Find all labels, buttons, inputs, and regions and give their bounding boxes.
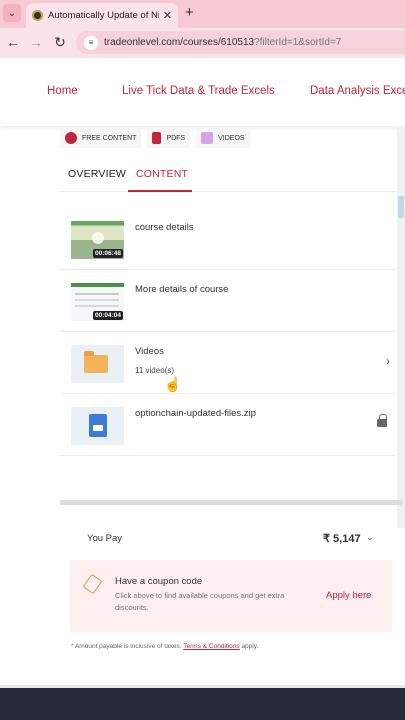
nav-data-analysis[interactable]: Data Analysis Excel xyxy=(310,85,405,97)
coupon-box[interactable]: Have a coupon code Click above to find a… xyxy=(70,560,392,632)
url-text: tradeonlevel.com/courses/610513?filterId… xyxy=(104,37,341,48)
tab-content[interactable]: CONTENT xyxy=(136,168,188,180)
badge-pdfs: PDFS xyxy=(147,128,191,148)
url-input[interactable]: ≡ tradeonlevel.com/courses/610513?filter… xyxy=(76,31,405,54)
play-icon xyxy=(92,232,104,244)
chevron-right-icon[interactable]: › xyxy=(386,354,390,368)
address-bar-row: ← → ↻ ≡ tradeonlevel.com/courses/610513?… xyxy=(0,28,405,58)
badge-label: FREE CONTENT xyxy=(82,134,137,142)
active-tab-indicator xyxy=(128,190,192,192)
web-page: Home Live Tick Data & Trade Excels Data … xyxy=(0,58,405,688)
site-top-nav: Home Live Tick Data & Trade Excels Data … xyxy=(0,58,405,126)
reload-icon[interactable]: ↻ xyxy=(52,34,68,51)
back-icon[interactable]: ← xyxy=(5,34,21,50)
folder-icon xyxy=(84,351,108,373)
close-icon[interactable]: ✕ xyxy=(163,9,172,22)
list-item[interactable]: 00:04:04 More details of course xyxy=(60,270,395,332)
site-info-icon[interactable]: ≡ xyxy=(84,35,98,50)
tab-title: Automatically Update of Nifty xyxy=(48,10,159,21)
list-item[interactable]: optionchain-updated-files.zip xyxy=(60,394,395,456)
url-main: tradeonlevel.com/courses/610513 xyxy=(104,37,255,48)
feature-badges: FREE CONTENT PDFS VIDEOS xyxy=(60,128,250,150)
badge-videos: VIDEOS xyxy=(196,128,250,148)
section-divider xyxy=(60,500,403,505)
thumbnail-content xyxy=(75,293,119,295)
folder-thumbnail[interactable] xyxy=(71,345,124,383)
forward-icon[interactable]: → xyxy=(28,34,44,50)
video-duration: 00:04:04 xyxy=(92,311,123,320)
file-thumbnail[interactable] xyxy=(71,407,124,445)
item-title[interactable]: optionchain-updated-files.zip xyxy=(135,408,256,419)
item-subtitle: 11 video(s) xyxy=(135,366,174,375)
browser-tab-strip: ⌄ Automatically Update of Nifty ✕ + xyxy=(0,0,405,28)
badge-label: PDFS xyxy=(166,134,186,142)
badge-free-content: FREE CONTENT xyxy=(60,128,142,148)
nav-live-tick-data[interactable]: Live Tick Data & Trade Excels xyxy=(122,85,275,97)
tax-footnote: * Amount payable is inclusive of taxes. … xyxy=(71,643,258,650)
list-item[interactable]: Videos 11 video(s) › xyxy=(60,332,395,394)
tab-overview[interactable]: OVERVIEW xyxy=(68,168,126,180)
zip-file-icon xyxy=(89,414,107,437)
badge-label: VIDEOS xyxy=(218,134,245,142)
item-title[interactable]: More details of course xyxy=(135,284,228,295)
apply-coupon-link[interactable]: Apply here xyxy=(326,590,371,601)
coupon-subtitle: Click above to find available coupons an… xyxy=(115,591,285,612)
os-taskbar xyxy=(0,688,405,720)
url-query: ?filterId=1&sortId=7 xyxy=(254,37,342,48)
footnote-text: * Amount payable is inclusive of taxes. xyxy=(71,643,182,650)
nav-home[interactable]: Home xyxy=(47,85,78,97)
video-icon xyxy=(201,132,214,144)
hand-cursor-icon: ☝ xyxy=(164,376,182,392)
site-favicon-icon xyxy=(32,10,43,21)
video-duration: 00:06:48 xyxy=(92,249,123,258)
lock-icon xyxy=(377,414,387,427)
browser-tab[interactable]: Automatically Update of Nifty ✕ xyxy=(26,3,178,28)
course-tabs: OVERVIEW CONTENT xyxy=(60,162,405,192)
item-title[interactable]: Videos xyxy=(135,346,164,357)
video-thumbnail[interactable]: 00:04:04 xyxy=(71,283,124,321)
chevron-down-icon[interactable]: ⌄ xyxy=(366,532,374,543)
you-pay-label: You Pay xyxy=(87,533,123,544)
gear-icon xyxy=(65,132,77,144)
list-item[interactable]: 00:06:48 course details xyxy=(60,208,395,270)
you-pay-row[interactable]: You Pay ₹ 5,147 ⌄ xyxy=(60,520,395,556)
price-amount: ₹ 5,147 xyxy=(323,533,361,545)
terms-link[interactable]: Terms & Conditions xyxy=(183,643,239,650)
new-tab-icon[interactable]: + xyxy=(185,4,194,21)
item-title[interactable]: course details xyxy=(135,222,194,233)
coupon-title: Have a coupon code xyxy=(115,576,203,587)
coupon-tag-icon xyxy=(82,573,103,595)
tab-search-icon[interactable]: ⌄ xyxy=(3,4,21,22)
footnote-suffix: apply. xyxy=(241,643,259,650)
video-thumbnail[interactable]: 00:06:48 xyxy=(71,221,124,259)
pdf-icon xyxy=(152,132,162,144)
side-scroll-marker xyxy=(398,196,404,218)
